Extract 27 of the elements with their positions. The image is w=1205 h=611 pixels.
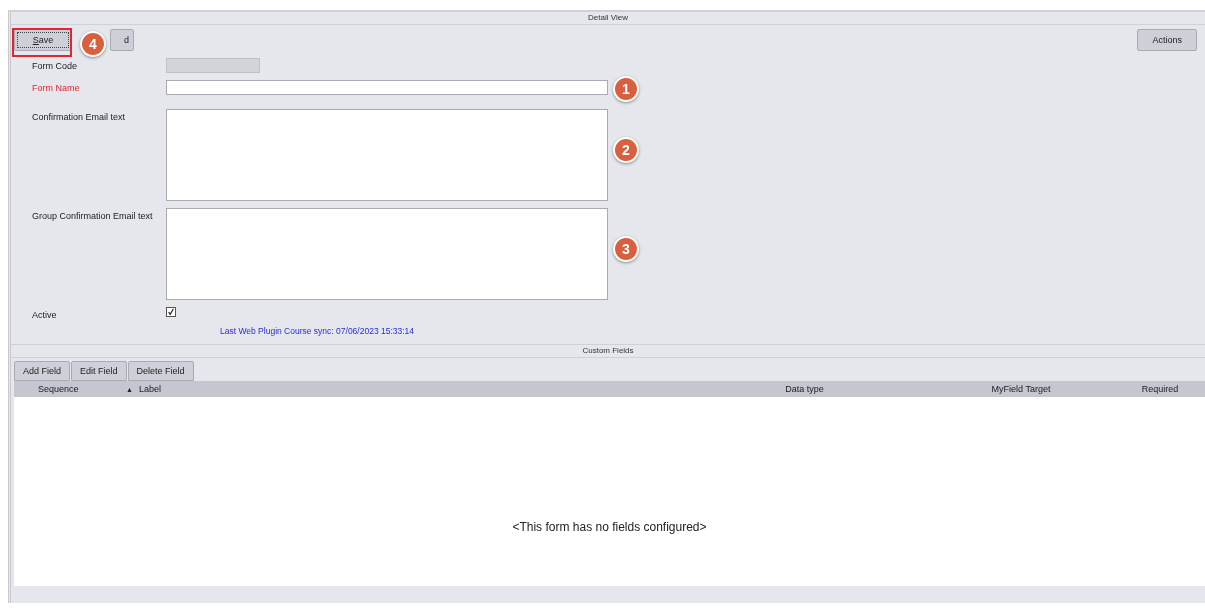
- field-label: Active: [32, 309, 58, 320]
- column-header[interactable]: Required: [1115, 384, 1205, 394]
- actions-button[interactable]: Actions: [1137, 29, 1197, 51]
- column-header[interactable]: Sequence: [14, 384, 102, 394]
- input-field[interactable]: [166, 80, 608, 95]
- field-label: Form Name: [32, 82, 81, 93]
- callout-badge: 2: [613, 137, 639, 163]
- column-header[interactable]: MyField Target: [927, 384, 1115, 394]
- panel-title: Detail View: [11, 11, 1205, 25]
- field-label: Form Code: [32, 60, 78, 71]
- text-area[interactable]: [166, 208, 608, 300]
- toolbar-button[interactable]: Edit Field: [71, 361, 127, 381]
- checkbox[interactable]: [166, 307, 176, 317]
- highlight-frame: [12, 28, 72, 57]
- toolbar-button[interactable]: Delete Field: [127, 361, 194, 381]
- callout-badge: 4: [80, 31, 106, 57]
- field-label: Confirmation Email text: [32, 111, 127, 122]
- empty-message: <This form has no fields configured>: [511, 518, 708, 536]
- section-title: Custom Fields: [11, 344, 1205, 358]
- callout-badge: 1: [613, 76, 639, 102]
- callout-badge: 3: [613, 236, 639, 262]
- toolbar-button[interactable]: d: [110, 29, 134, 51]
- field-label: Group Confirmation Email text: [32, 210, 154, 221]
- sync-status-text: Last Web Plugin Course sync: 07/06/2023 15:33:14: [220, 326, 416, 336]
- toolbar-button[interactable]: Add Field: [14, 361, 71, 381]
- column-header[interactable]: Data type: [682, 384, 927, 394]
- text-area[interactable]: [166, 109, 608, 201]
